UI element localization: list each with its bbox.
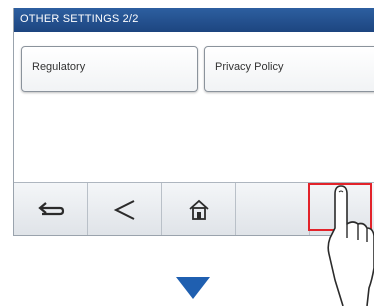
privacy-policy-label: Privacy Policy bbox=[215, 61, 284, 73]
down-arrow-icon bbox=[176, 277, 210, 299]
back-button[interactable] bbox=[88, 183, 162, 235]
privacy-policy-button[interactable]: Privacy Policy bbox=[204, 46, 374, 92]
pointing-hand-icon bbox=[327, 185, 374, 306]
regulatory-label: Regulatory bbox=[32, 61, 86, 73]
return-icon bbox=[37, 201, 64, 215]
regulatory-button[interactable]: Regulatory bbox=[21, 46, 198, 92]
return-button[interactable] bbox=[14, 183, 88, 235]
settings-content: Regulatory Privacy Policy bbox=[14, 32, 374, 182]
back-chevron-icon bbox=[113, 199, 134, 220]
title-bar: OTHER SETTINGS 2/2 bbox=[14, 8, 374, 32]
page-title: OTHER SETTINGS 2/2 bbox=[20, 13, 139, 25]
home-button[interactable] bbox=[162, 183, 236, 235]
home-icon bbox=[188, 199, 209, 220]
